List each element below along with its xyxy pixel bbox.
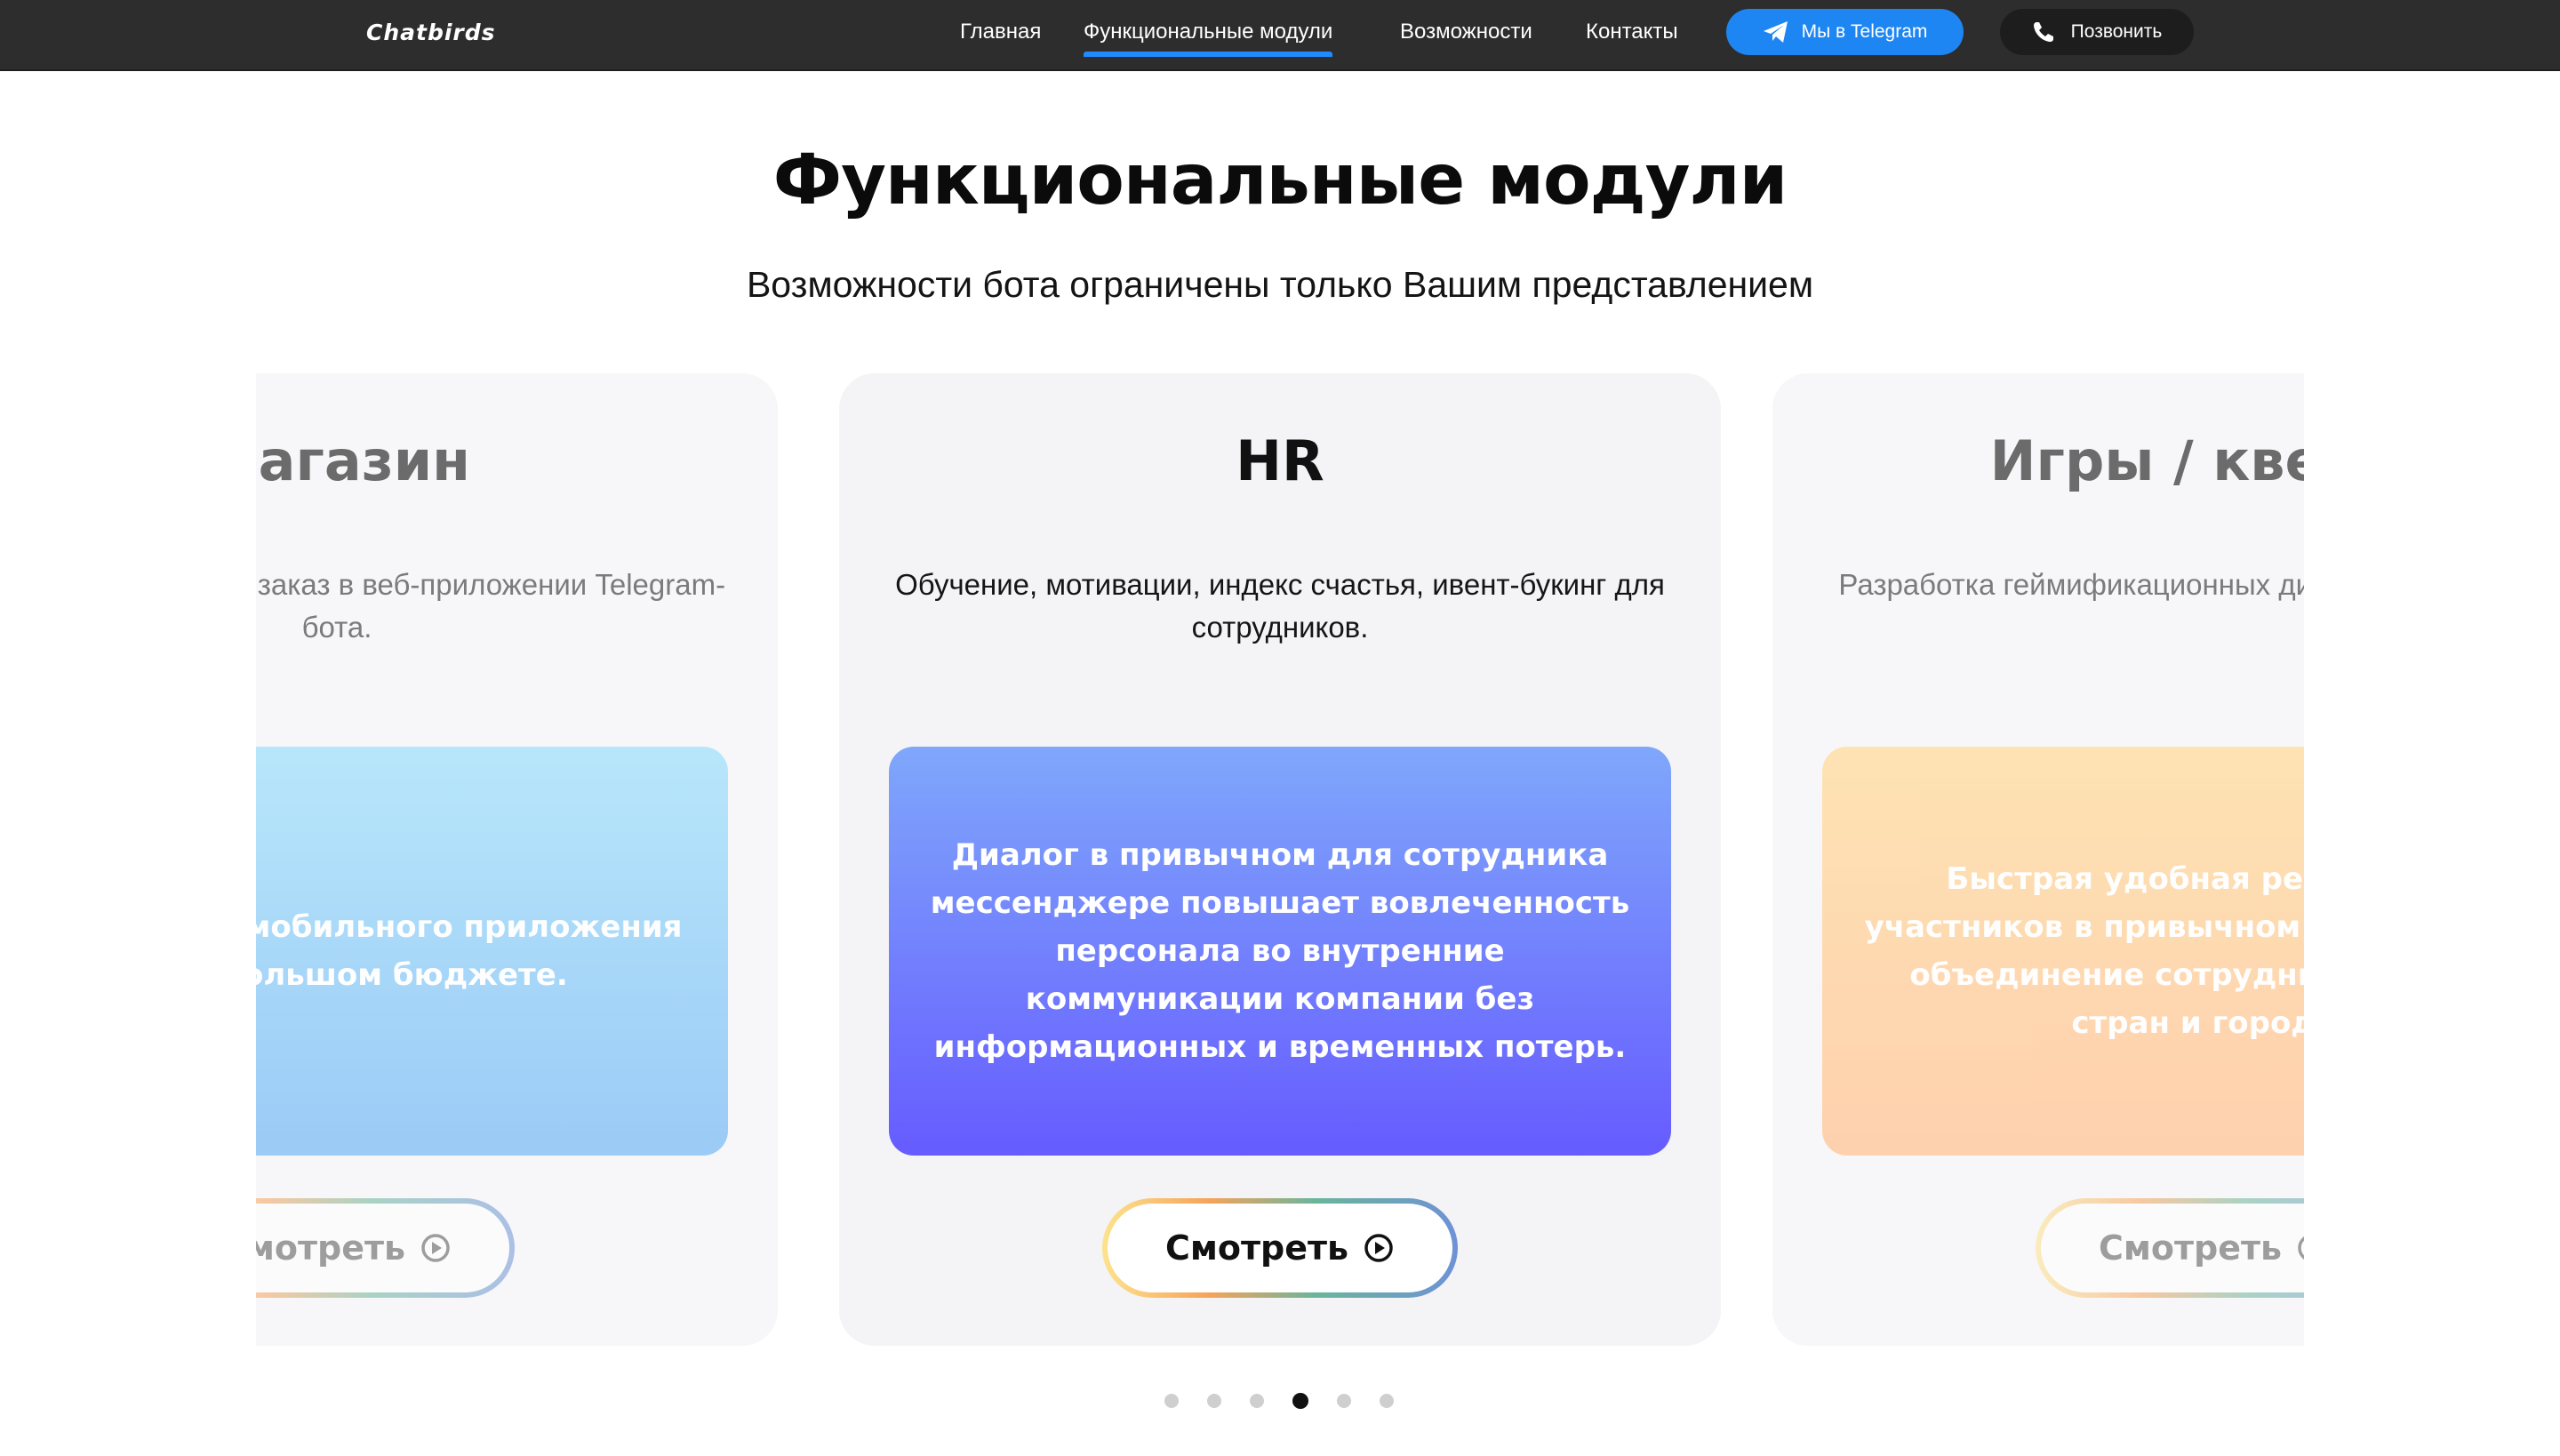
module-card-shop[interactable]: Магазин Оформить и оплатить заказ в веб-…: [256, 373, 778, 1346]
telegram-button[interactable]: Мы в Telegram: [1726, 9, 1964, 55]
pagination-dot[interactable]: [1207, 1394, 1221, 1408]
watch-button[interactable]: Смотреть: [2036, 1198, 2304, 1298]
section-title: Функциональные модули: [772, 140, 1788, 220]
nav-link-home[interactable]: Главная: [960, 18, 1041, 53]
logo[interactable]: Chatbirds: [366, 20, 496, 45]
top-navbar: Chatbirds Главная Функциональные модули …: [0, 0, 2560, 71]
card-banner-text: Диалог в привычном для сотрудника мессен…: [930, 837, 1630, 1065]
section-subtitle: Возможности бота ограничены только Вашим…: [746, 264, 1814, 305]
card-banner-text: Альтернатива мобильного приложения при н…: [256, 909, 683, 993]
nav-link-modules[interactable]: Функциональные модули: [1084, 18, 1333, 57]
pagination-dot[interactable]: [1337, 1394, 1351, 1408]
modules-carousel[interactable]: Магазин Оформить и оплатить заказ в веб-…: [256, 373, 2304, 1351]
pagination-dot[interactable]: [1164, 1394, 1179, 1408]
card-title: HR: [1236, 428, 1324, 493]
card-description: Оформить и оплатить заказ в веб-приложен…: [256, 568, 726, 644]
pagination-dot-active[interactable]: [1292, 1393, 1308, 1409]
card-description: Обучение, мотивации, индекс счастья, иве…: [895, 568, 1665, 644]
module-card-hr[interactable]: HR Обучение, мотивации, индекс счастья, …: [839, 373, 1721, 1346]
play-circle-icon: [420, 1232, 452, 1264]
nav-link-contacts[interactable]: Контакты: [1586, 18, 1678, 53]
telegram-icon: [1763, 20, 1789, 44]
watch-button-label: Смотреть: [2098, 1228, 2283, 1268]
card-banner: Быстрая удобная регистрация участников в…: [1822, 747, 2304, 1156]
telegram-button-label: Мы в Telegram: [1801, 21, 1928, 42]
nav-link-features[interactable]: Возможности: [1400, 18, 1532, 53]
carousel-pagination: [1164, 1393, 1394, 1409]
card-banner: Альтернатива мобильного приложения при н…: [256, 747, 728, 1156]
watch-button-label: Смотреть: [1164, 1228, 1349, 1268]
module-card-games[interactable]: Игры / квесты Разработка геймификационны…: [1772, 373, 2304, 1346]
watch-button-label: Смотреть: [256, 1228, 406, 1268]
phone-icon: [2032, 20, 2055, 44]
card-title: Игры / квесты: [1989, 428, 2304, 493]
card-description: Разработка геймификационных диалога и пр…: [1838, 568, 2304, 601]
watch-button[interactable]: Смотреть: [1102, 1198, 1458, 1298]
pagination-dot[interactable]: [1380, 1394, 1394, 1408]
card-title: Магазин: [256, 428, 471, 493]
call-button-label: Позвонить: [2070, 21, 2163, 42]
watch-button[interactable]: Смотреть: [256, 1198, 515, 1298]
play-circle-icon: [1363, 1232, 1395, 1264]
pagination-dot[interactable]: [1250, 1394, 1264, 1408]
call-button[interactable]: Позвонить: [2000, 9, 2194, 55]
play-circle-icon: [2296, 1232, 2304, 1264]
card-banner: Диалог в привычном для сотрудника мессен…: [889, 747, 1671, 1156]
card-banner-text: Быстрая удобная регистрация участников в…: [1864, 861, 2304, 1041]
